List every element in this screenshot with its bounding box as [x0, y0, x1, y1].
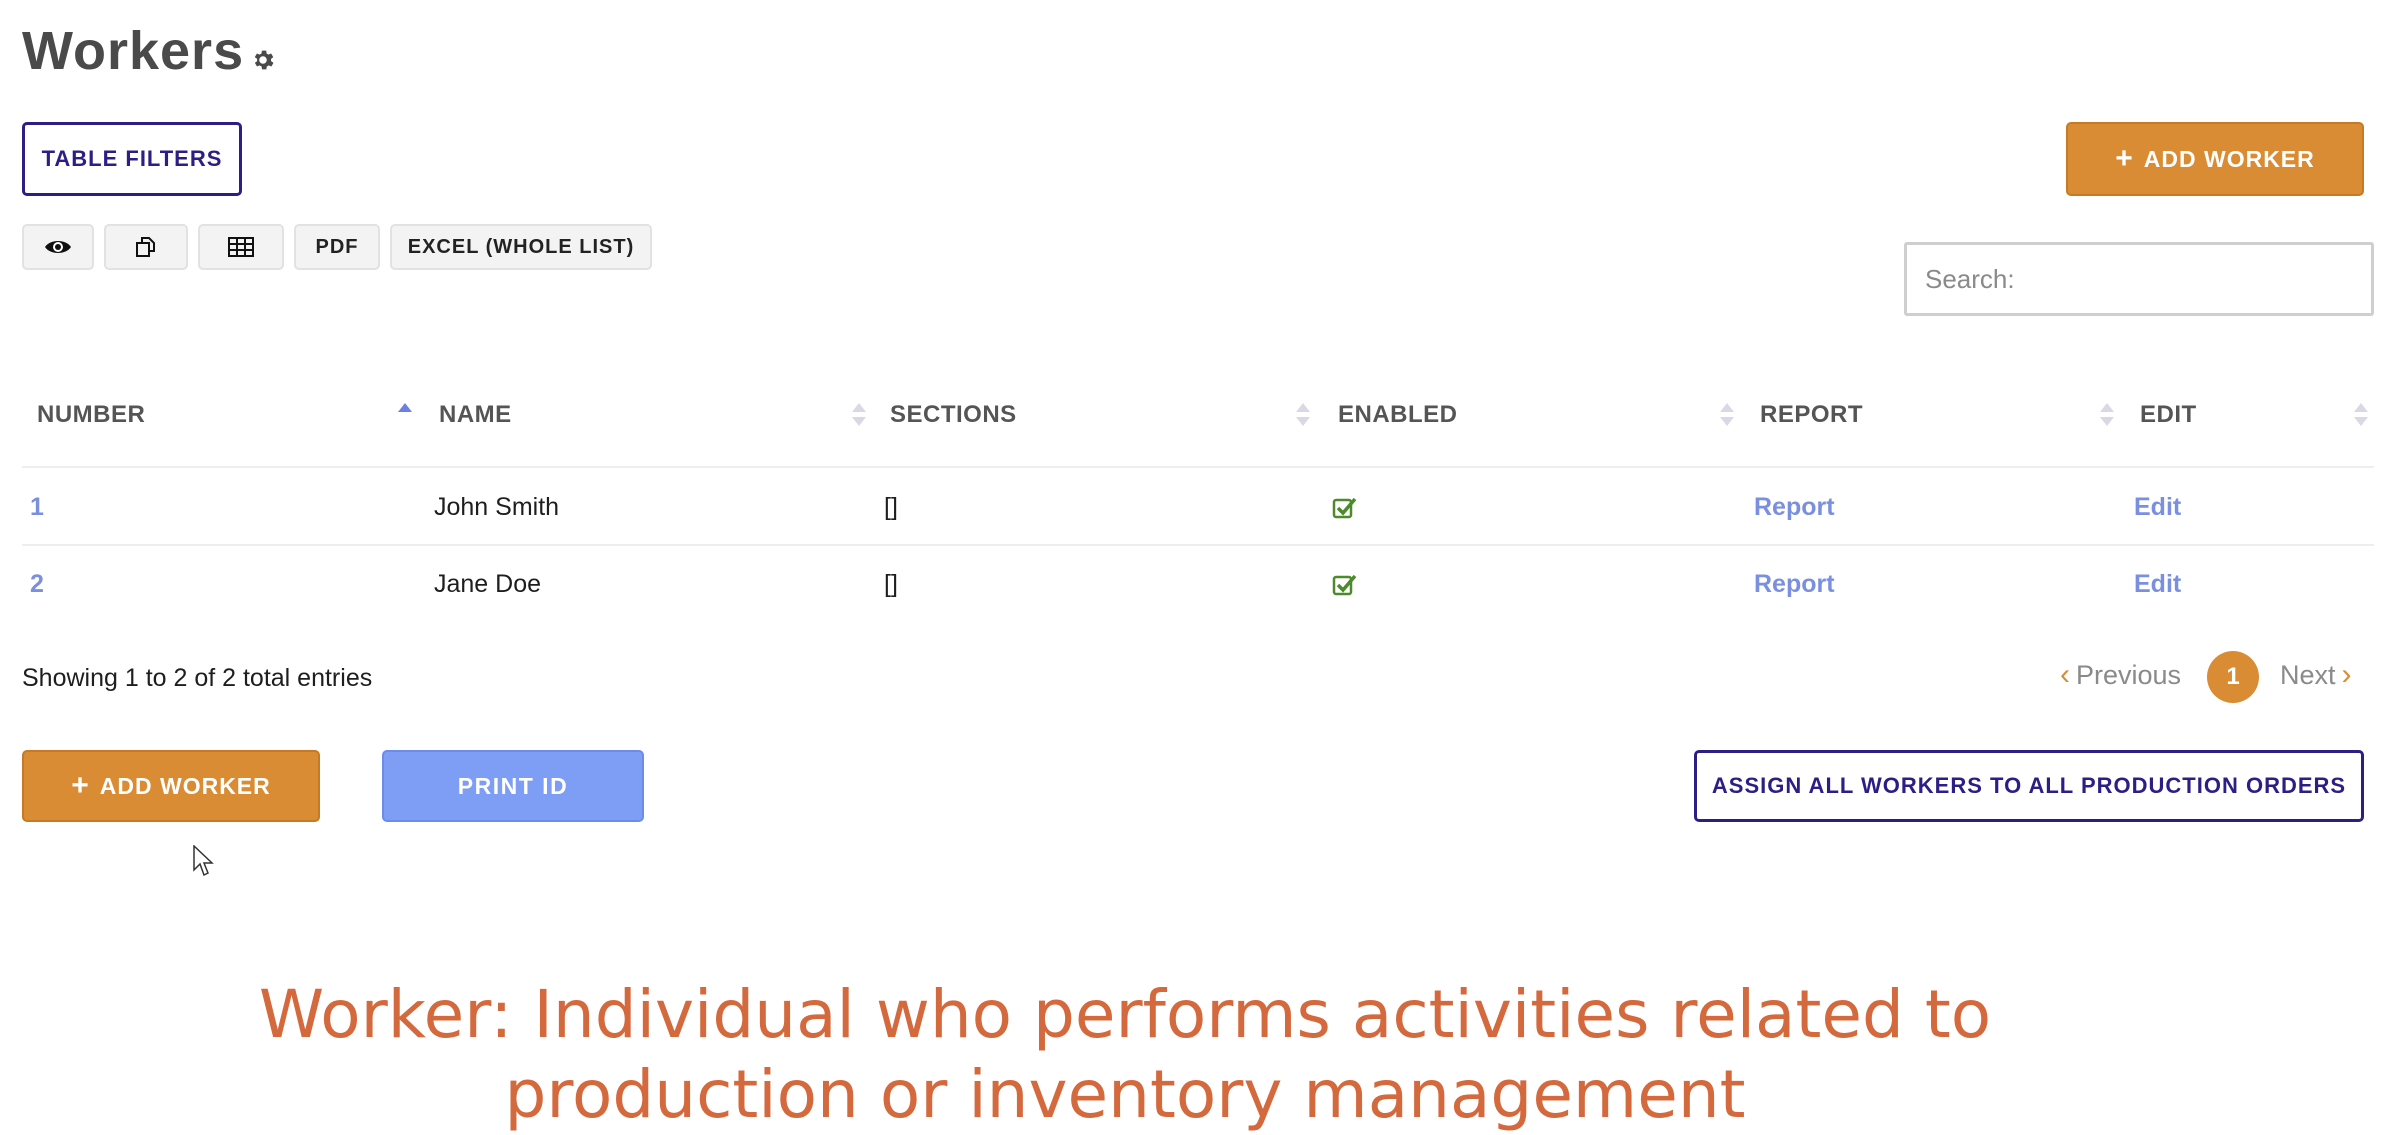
column-header-label: ENABLED [1338, 401, 1458, 428]
eye-icon [45, 241, 71, 253]
worker-sections: [] [884, 492, 898, 521]
assign-all-label: ASSIGN ALL WORKERS TO ALL PRODUCTION ORD… [1711, 773, 2347, 798]
pagination-next-label: Next [2280, 659, 2336, 690]
enabled-check-icon [1332, 487, 1358, 527]
column-visibility-button[interactable] [22, 224, 94, 270]
sort-icon[interactable] [2100, 400, 2114, 430]
plus-icon: + [71, 769, 90, 802]
mouse-cursor-icon [193, 845, 214, 877]
table-header-divider [22, 466, 2374, 468]
column-header-label: SECTIONS [890, 401, 1017, 428]
excel-label: EXCEL (WHOLE LIST) [407, 235, 635, 258]
pagination-page-current[interactable]: 1 [2207, 651, 2259, 703]
add-worker-bottom-label: ADD WORKER [99, 772, 271, 799]
table-filters-button[interactable]: TABLE FILTERS [22, 122, 242, 196]
enabled-check-icon [1332, 564, 1358, 604]
column-header-label: EDIT [2140, 401, 2197, 428]
csv-button[interactable] [198, 224, 284, 270]
pdf-label: PDF [315, 235, 359, 258]
worker-name: Jane Doe [434, 569, 542, 598]
table-icon [228, 237, 254, 257]
worker-name: John Smith [434, 492, 560, 521]
copy-button[interactable] [104, 224, 188, 270]
excel-button[interactable]: EXCEL (WHOLE LIST) [390, 224, 652, 270]
worker-sections: [] [884, 569, 898, 598]
column-header-edit[interactable]: EDIT [2140, 398, 2197, 432]
add-worker-top-button[interactable]: + ADD WORKER [2066, 122, 2364, 196]
worker-number-link[interactable]: 2 [30, 564, 44, 604]
column-header-name[interactable]: NAME [439, 398, 512, 432]
gear-icon[interactable] [250, 47, 276, 73]
report-link[interactable]: Report [1754, 487, 1835, 527]
print-id-label: PRINT ID [457, 772, 569, 799]
plus-icon: + [2115, 142, 2134, 175]
search-input[interactable] [1904, 242, 2374, 316]
row-divider [22, 544, 2374, 546]
add-worker-bottom-button[interactable]: + ADD WORKER [22, 750, 320, 822]
assign-all-workers-button[interactable]: ASSIGN ALL WORKERS TO ALL PRODUCTION ORD… [1694, 750, 2364, 822]
worker-number-link[interactable]: 1 [30, 487, 44, 527]
edit-link[interactable]: Edit [2134, 487, 2181, 527]
pagination-previous-label: Previous [2076, 659, 2182, 690]
pagination-previous[interactable]: ‹ Previous [2054, 658, 2181, 692]
pdf-button[interactable]: PDF [294, 224, 380, 270]
sort-icon[interactable] [1720, 400, 1734, 430]
sort-icon[interactable] [1296, 400, 1310, 430]
column-header-enabled[interactable]: ENABLED [1338, 398, 1458, 432]
column-header-sections[interactable]: SECTIONS [890, 398, 1017, 432]
add-worker-top-label: ADD WORKER [2143, 145, 2315, 172]
column-header-number[interactable]: NUMBER [37, 398, 145, 432]
sort-asc-icon[interactable] [398, 400, 412, 430]
report-link[interactable]: Report [1754, 564, 1835, 604]
sort-icon[interactable] [852, 400, 866, 430]
edit-link[interactable]: Edit [2134, 564, 2181, 604]
column-header-report[interactable]: REPORT [1760, 398, 1863, 432]
pagination-next[interactable]: Next › [2280, 658, 2358, 692]
chevron-left-icon: ‹ [2060, 658, 2070, 691]
column-header-label: NUMBER [37, 401, 146, 428]
sort-icon[interactable] [2354, 400, 2368, 430]
caption-overlay: Worker: Individual who performs activiti… [250, 975, 2000, 1135]
copy-icon [136, 237, 155, 257]
table-filters-label: TABLE FILTERS [41, 146, 223, 171]
print-id-button[interactable]: PRINT ID [382, 750, 644, 822]
column-header-label: REPORT [1760, 401, 1864, 428]
column-header-label: NAME [439, 401, 512, 428]
caption-line-1: Worker: Individual who performs activiti… [258, 976, 1992, 1053]
page-title: Workers [22, 21, 245, 81]
caption-line-2: production or inventory management [504, 1056, 1746, 1133]
chevron-right-icon: › [2341, 658, 2352, 691]
table-info: Showing 1 to 2 of 2 total entries [22, 664, 373, 692]
page-header: Workers [22, 16, 276, 86]
